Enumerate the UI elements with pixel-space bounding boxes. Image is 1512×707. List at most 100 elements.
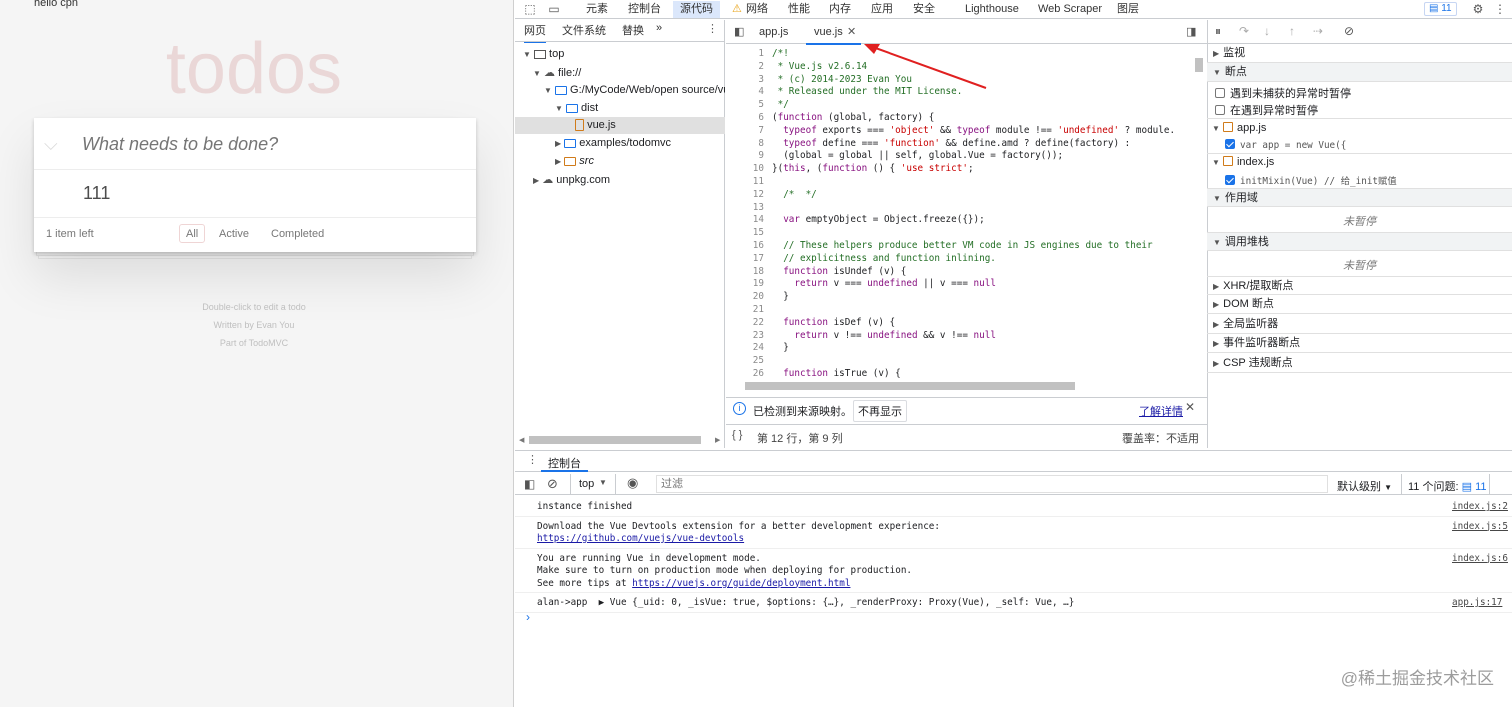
line-number[interactable]: 10 (726, 163, 764, 174)
line-number[interactable]: 18 (726, 266, 764, 277)
code-line[interactable]: typeof exports === 'object' && typeof mo… (772, 125, 1175, 136)
line-number[interactable]: 5 (726, 99, 764, 110)
tab-elements[interactable]: 元素 (586, 1, 608, 18)
learn-more-link[interactable]: 了解详情 (1139, 403, 1183, 419)
line-number[interactable]: 20 (726, 291, 764, 302)
code-editor[interactable]: 1/*! 2 * Vue.js v2.6.14 3 * (c) 2014-2023 … (726, 45, 1207, 380)
nav-tab-filesystem[interactable]: 文件系统 (562, 22, 606, 38)
line-number[interactable]: 7 (726, 125, 764, 136)
code-line[interactable]: // These helpers produce better VM code … (772, 240, 1152, 251)
step-icon[interactable]: ⇢ (1313, 24, 1323, 38)
tab-lighthouse[interactable]: Lighthouse (965, 1, 1019, 18)
filter-all-link[interactable]: All (179, 224, 206, 243)
scroll-right-icon[interactable]: ▶ (715, 436, 720, 444)
code-line[interactable]: function isUndef (v) { (772, 266, 906, 277)
tab-web-scraper[interactable]: Web Scraper (1038, 1, 1102, 18)
code-line[interactable]: return v === undefined || v === null (772, 278, 996, 289)
new-todo-input[interactable] (82, 134, 462, 155)
step-into-icon[interactable]: ↓ (1264, 24, 1270, 38)
checkbox[interactable] (1225, 139, 1235, 149)
todo-item-label[interactable]: 111 (83, 183, 110, 204)
toggle-navigator-icon[interactable]: ◧ (734, 25, 744, 38)
code-line[interactable]: }(this, (function () { 'use strict'; (772, 163, 974, 174)
editor-tab-appjs[interactable]: app.js (759, 26, 788, 38)
drawer-tab-console[interactable]: 控制台 (541, 451, 588, 472)
nav-tab-page[interactable]: 网页 (524, 22, 546, 43)
tree-item-src[interactable]: ▶ src (555, 155, 594, 167)
bp-file-indexjs[interactable]: ▼ index.js (1212, 156, 1274, 168)
code-line[interactable]: function isTrue (v) { (772, 368, 901, 379)
filter-active-link[interactable]: Active (212, 224, 256, 243)
line-number[interactable]: 22 (726, 317, 764, 328)
code-line[interactable]: var emptyObject = Object.freeze({}); (772, 214, 985, 225)
dont-show-again-button[interactable]: 不再显示 (853, 400, 907, 422)
checkbox[interactable] (1225, 175, 1235, 185)
tree-item-examples[interactable]: ▶ examples/todomvc (555, 137, 671, 149)
section-call-stack[interactable]: ▼ 调用堆栈 (1207, 232, 1512, 251)
tab-network[interactable]: 网络 (746, 1, 768, 18)
section-global-listeners[interactable]: ▶ 全局监听器 (1207, 315, 1512, 334)
sidebar-toggle-icon[interactable]: ◧ (524, 477, 535, 491)
editor-horizontal-scrollbar[interactable] (733, 381, 1203, 391)
console-source-link[interactable]: app.js:17 (1452, 597, 1512, 610)
console-prompt[interactable]: › (526, 610, 530, 624)
issues-counter[interactable]: ▤ 11 (1424, 2, 1457, 16)
tree-item-unpkg[interactable]: ▶ ☁ unpkg.com (533, 173, 610, 186)
line-number[interactable]: 23 (726, 330, 764, 341)
line-number[interactable]: 6 (726, 112, 764, 123)
pause-uncaught-option[interactable]: 遇到未捕获的异常时暂停 (1215, 85, 1351, 101)
line-number[interactable]: 14 (726, 214, 764, 225)
pretty-print-icon[interactable]: { } (732, 429, 742, 441)
step-over-icon[interactable]: ↷ (1239, 24, 1249, 38)
editor-tab-vuejs[interactable]: vue.js (814, 26, 843, 38)
line-number[interactable]: 3 (726, 74, 764, 85)
more-options-icon[interactable]: ⋮ (1492, 1, 1508, 17)
deactivate-breakpoints-icon[interactable]: ⊘ (1344, 24, 1354, 38)
section-xhr-breakpoints[interactable]: ▶ XHR/提取断点 (1207, 276, 1512, 295)
line-number[interactable]: 11 (726, 176, 764, 187)
tab-console[interactable]: 控制台 (628, 1, 661, 18)
checkbox[interactable] (1215, 88, 1225, 98)
code-line[interactable]: typeof define === 'function' && define.a… (772, 138, 1130, 149)
issues-link[interactable]: 11 个问题: ▤ 11 (1408, 478, 1486, 494)
line-number[interactable]: 8 (726, 138, 764, 149)
code-line[interactable]: */ (772, 99, 789, 110)
code-line[interactable]: } (772, 342, 789, 353)
line-number[interactable]: 16 (726, 240, 764, 251)
close-infobar-icon[interactable]: ✕ (1185, 400, 1195, 414)
toggle-all-icon[interactable]: ⌵ (44, 134, 58, 155)
clear-console-icon[interactable]: ⊘ (547, 476, 558, 492)
console-source-link[interactable]: index.js:5 (1452, 521, 1512, 534)
tab-performance[interactable]: 性能 (788, 1, 810, 18)
scroll-left-icon[interactable]: ◀ (519, 436, 524, 444)
console-filter-input[interactable] (656, 475, 1328, 493)
settings-gear-icon[interactable]: ⚙ (1470, 1, 1486, 17)
nav-horizontal-scrollbar[interactable] (529, 436, 701, 444)
line-number[interactable]: 12 (726, 189, 764, 200)
tab-layers[interactable]: 图层 (1117, 1, 1139, 18)
step-out-icon[interactable]: ↑ (1289, 24, 1295, 38)
nav-more-tabs[interactable]: » (656, 22, 662, 34)
toggle-debugger-icon[interactable]: ◨ (1186, 25, 1196, 38)
code-line[interactable]: (function (global, factory) { (772, 112, 934, 123)
pause-caught-option[interactable]: 在遇到异常时暂停 (1215, 102, 1318, 118)
line-number[interactable]: 21 (726, 304, 764, 315)
scroll-thumb[interactable] (745, 382, 1075, 390)
breakpoint-entry[interactable]: initMixin(Vue) // 给_init赋值 (1225, 173, 1397, 187)
code-line[interactable]: (global = global || self, global.Vue = f… (772, 150, 1063, 161)
line-number[interactable]: 13 (726, 202, 764, 213)
line-number[interactable]: 1 (726, 48, 764, 59)
line-number[interactable]: 2 (726, 61, 764, 72)
line-number[interactable]: 26 (726, 368, 764, 379)
eye-icon[interactable]: ◉ (627, 475, 638, 491)
log-level-dropdown[interactable]: 默认级别 ▼ (1337, 478, 1392, 494)
code-line[interactable]: } (772, 291, 789, 302)
checkbox[interactable] (1215, 105, 1225, 115)
line-number[interactable]: 9 (726, 150, 764, 161)
device-toolbar-icon[interactable]: ▭ (546, 1, 562, 17)
line-number[interactable]: 24 (726, 342, 764, 353)
console-source-link[interactable]: index.js:6 (1452, 553, 1512, 566)
tab-memory[interactable]: 内存 (829, 1, 851, 18)
code-line[interactable]: /*! (772, 48, 789, 59)
filter-completed-link[interactable]: Completed (264, 224, 331, 243)
